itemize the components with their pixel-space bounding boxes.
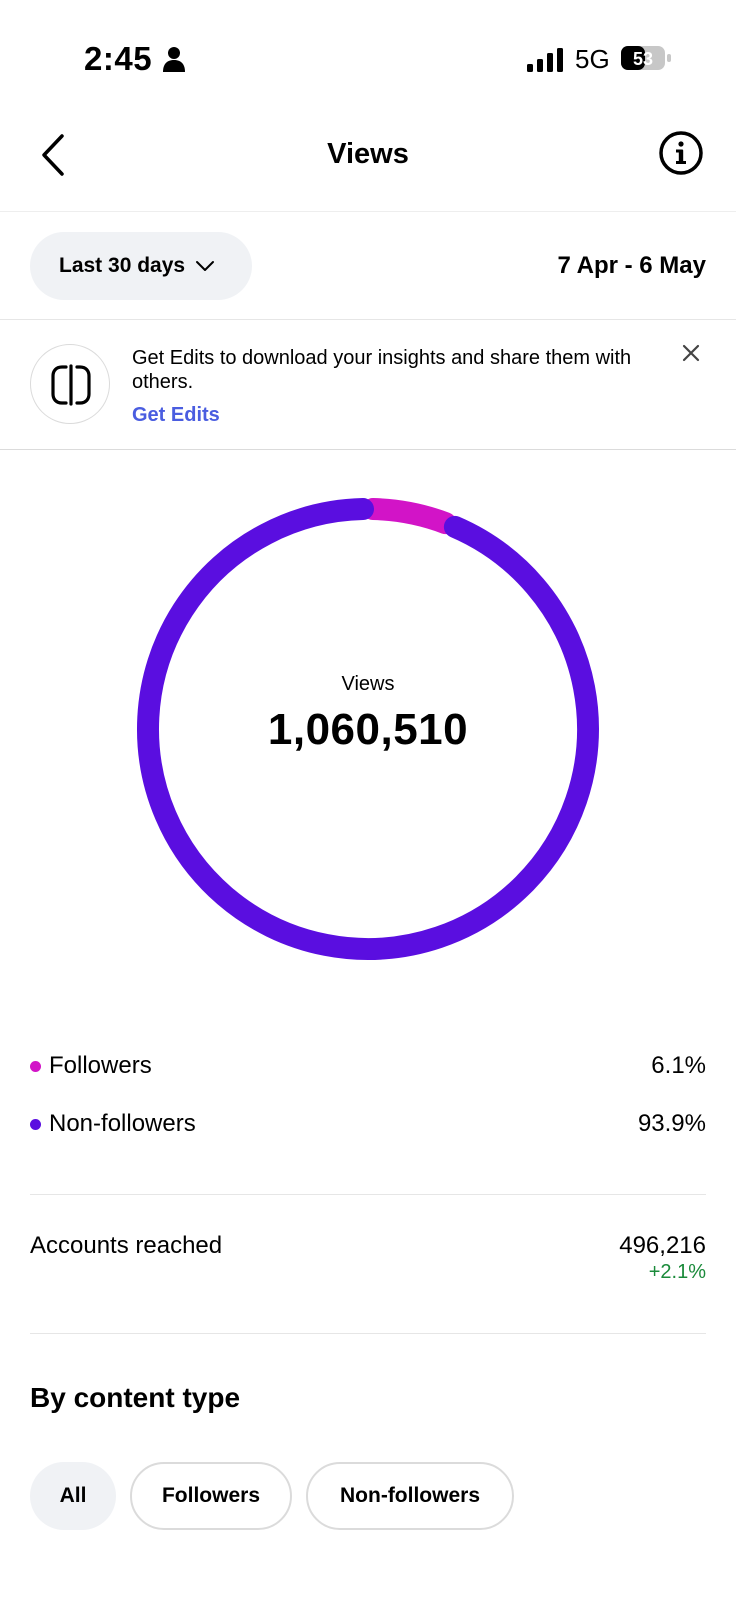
divider [30,1194,706,1195]
total-views-value: 1,060,510 [267,705,469,754]
legend-dot-non-followers [30,1118,41,1130]
close-icon[interactable] [680,342,702,364]
person-icon [163,47,185,72]
status-time: 2:45 [84,40,153,77]
chip-all[interactable]: All [30,1462,116,1530]
accounts-reached-change: +2.1% [648,1261,706,1283]
battery-icon: 53 [621,46,671,70]
nav-bar: Views [0,110,736,212]
promo-message: Get Edits to download your insights and … [132,347,632,393]
status-bar: 2:45 5G 53 [0,0,736,110]
battery-level: 53 [633,49,653,69]
legend-value: 6.1% [651,1052,706,1079]
get-edits-link[interactable]: Get Edits [132,404,220,427]
legend-label: Followers [49,1052,152,1079]
edits-logo [30,344,110,424]
date-range-row: Last 30 days 7 Apr - 6 May [0,212,736,320]
legend-dot-followers [30,1060,41,1072]
chevron-down-icon [196,261,215,271]
date-range-text: 7 Apr - 6 May [557,252,707,279]
chip-non-followers[interactable]: Non-followers [306,1462,514,1530]
legend-item-non-followers: Non-followers 93.9% [30,1104,706,1144]
accounts-reached-label: Accounts reached [30,1232,223,1259]
edits-app-icon [51,364,91,406]
network-type: 5G [575,44,610,74]
accounts-reached-value: 496,216 [619,1232,706,1259]
divider [30,1333,706,1334]
donut-center-label: Views [341,673,395,695]
donut-segment-followers [361,498,457,535]
signal-icon [527,48,563,72]
info-icon[interactable] [658,130,704,176]
legend-value: 93.9% [637,1110,706,1137]
date-range-dropdown[interactable]: Last 30 days [30,232,252,300]
edits-promo-banner: Get Edits to download your insights and … [0,320,736,450]
chip-followers[interactable]: Followers [130,1462,292,1530]
section-title-content-type: By content type [30,1382,241,1413]
legend-item-followers: Followers 6.1% [30,1046,706,1086]
date-range-label: Last 30 days [59,254,186,277]
page-title: Views [327,138,409,170]
legend-label: Non-followers [49,1110,196,1137]
